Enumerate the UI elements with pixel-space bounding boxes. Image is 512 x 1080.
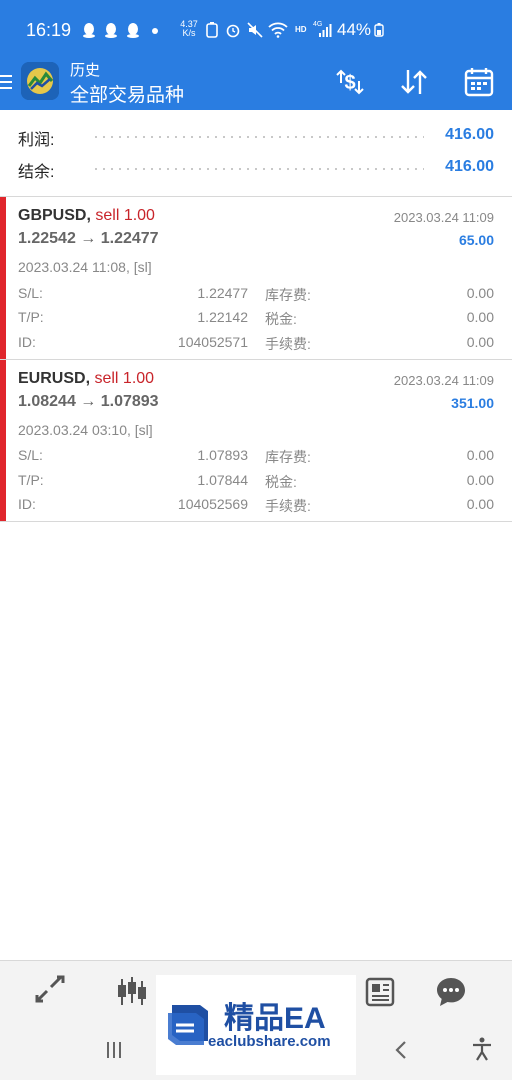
profit-label: 利润: — [18, 132, 55, 149]
tp-label: T/P: — [18, 309, 44, 325]
deal-profit: 65.00 — [458, 232, 494, 248]
recent-apps-icon[interactable] — [104, 1040, 124, 1060]
battery-icon — [374, 23, 384, 37]
id-value: 104052569 — [177, 496, 248, 512]
chart-icon[interactable] — [115, 975, 149, 1009]
sl-label: S/L: — [18, 447, 43, 463]
sell-indicator-bar — [0, 197, 6, 359]
profit-row: 利润: 416.00 — [18, 122, 494, 152]
swap-value: 0.00 — [466, 285, 494, 301]
id-label: ID: — [18, 496, 36, 512]
more-notifications-dot — [152, 28, 158, 34]
quotes-icon[interactable] — [33, 975, 67, 1009]
swap-label: 库存费: — [265, 287, 311, 303]
page-subtitle: 历史 — [70, 62, 101, 79]
back-icon[interactable] — [392, 1040, 410, 1060]
fee-value: 0.00 — [466, 496, 494, 512]
deal-profit: 351.00 — [451, 395, 494, 411]
tax-label: 税金: — [265, 474, 297, 490]
sl-value: 1.07893 — [197, 447, 248, 463]
chat-icon[interactable] — [434, 975, 468, 1009]
hd-indicator: HD — [295, 25, 307, 34]
balance-row: 结余: 416.00 — [18, 154, 494, 184]
tp-value: 1.07844 — [197, 472, 248, 488]
news-icon[interactable] — [363, 975, 397, 1009]
deal-open-time: 2023.03.24 11:08, [sl] — [18, 259, 152, 275]
profit-value: 416.00 — [445, 126, 494, 143]
sl-value: 1.22477 — [197, 285, 248, 301]
fee-label: 手续费: — [265, 336, 311, 352]
deal-close-time: 2023.03.24 11:09 — [393, 373, 494, 388]
dotted-leader — [92, 168, 424, 170]
deal-item[interactable]: EURUSD, sell 1.00 1.08244 → 1.07893 2023… — [0, 360, 512, 522]
status-bar: 16:19 4.37 K/s HD 4G 44% — [0, 0, 512, 58]
deal-prices: 1.08244 → 1.07893 — [18, 393, 159, 410]
page-title[interactable]: 全部交易品种 — [70, 80, 184, 107]
battery-level: 44% — [337, 20, 372, 39]
deal-item[interactable]: GBPUSD, sell 1.00 1.22542 → 1.22477 2023… — [0, 197, 512, 359]
dotted-leader — [92, 136, 424, 138]
deal-symbol: GBPUSD, sell 1.00 — [18, 207, 155, 224]
mute-icon — [247, 22, 263, 38]
tp-value: 1.22142 — [197, 309, 248, 325]
menu-icon[interactable] — [0, 71, 14, 93]
qq-notification-icon — [127, 23, 139, 38]
id-value: 104052571 — [177, 334, 248, 350]
signal-icon — [319, 24, 332, 37]
swap-label: 库存费: — [265, 449, 311, 465]
wifi-icon — [268, 22, 288, 38]
deal-prices: 1.22542 → 1.22477 — [18, 230, 159, 247]
swap-value: 0.00 — [466, 447, 494, 463]
deal-close-time: 2023.03.24 11:09 — [393, 210, 494, 225]
tp-label: T/P: — [18, 472, 44, 488]
deal-open-time: 2023.03.24 03:10, [sl] — [18, 422, 153, 438]
balance-label: 结余: — [18, 164, 55, 181]
sort-arrows-icon[interactable] — [398, 66, 430, 98]
calendar-icon[interactable] — [463, 66, 495, 98]
app-logo[interactable] — [21, 62, 59, 100]
deal-symbol: EURUSD, sell 1.00 — [18, 370, 155, 387]
network-speed: 4.37 K/s — [180, 19, 198, 38]
sell-indicator-bar — [0, 360, 6, 522]
alarm-icon — [226, 24, 240, 38]
fee-value: 0.00 — [466, 334, 494, 350]
sl-label: S/L: — [18, 285, 43, 301]
qq-notification-icon — [105, 23, 117, 38]
battery-saver-icon — [206, 22, 218, 38]
clock: 16:19 — [26, 20, 72, 40]
watermark: 精品EA eaclubshare.com — [156, 975, 356, 1075]
watermark-title: 精品EA — [224, 1002, 326, 1035]
qq-notification-icon — [83, 23, 95, 38]
currency-sort-icon[interactable]: $ — [334, 66, 366, 98]
fee-label: 手续费: — [265, 498, 311, 514]
tax-value: 0.00 — [466, 472, 494, 488]
svg-text:$: $ — [344, 72, 355, 94]
tax-label: 税金: — [265, 311, 297, 327]
id-label: ID: — [18, 334, 36, 350]
deal-side: sell 1.00 — [95, 207, 155, 224]
accessibility-icon[interactable] — [470, 1036, 494, 1062]
deal-side: sell 1.00 — [94, 370, 155, 387]
divider — [0, 521, 512, 522]
tax-value: 0.00 — [466, 309, 494, 325]
watermark-subtitle: eaclubshare.com — [208, 1033, 331, 1050]
app-bar: 历史 全部交易品种 $ — [0, 58, 512, 110]
balance-value: 416.00 — [445, 158, 494, 175]
